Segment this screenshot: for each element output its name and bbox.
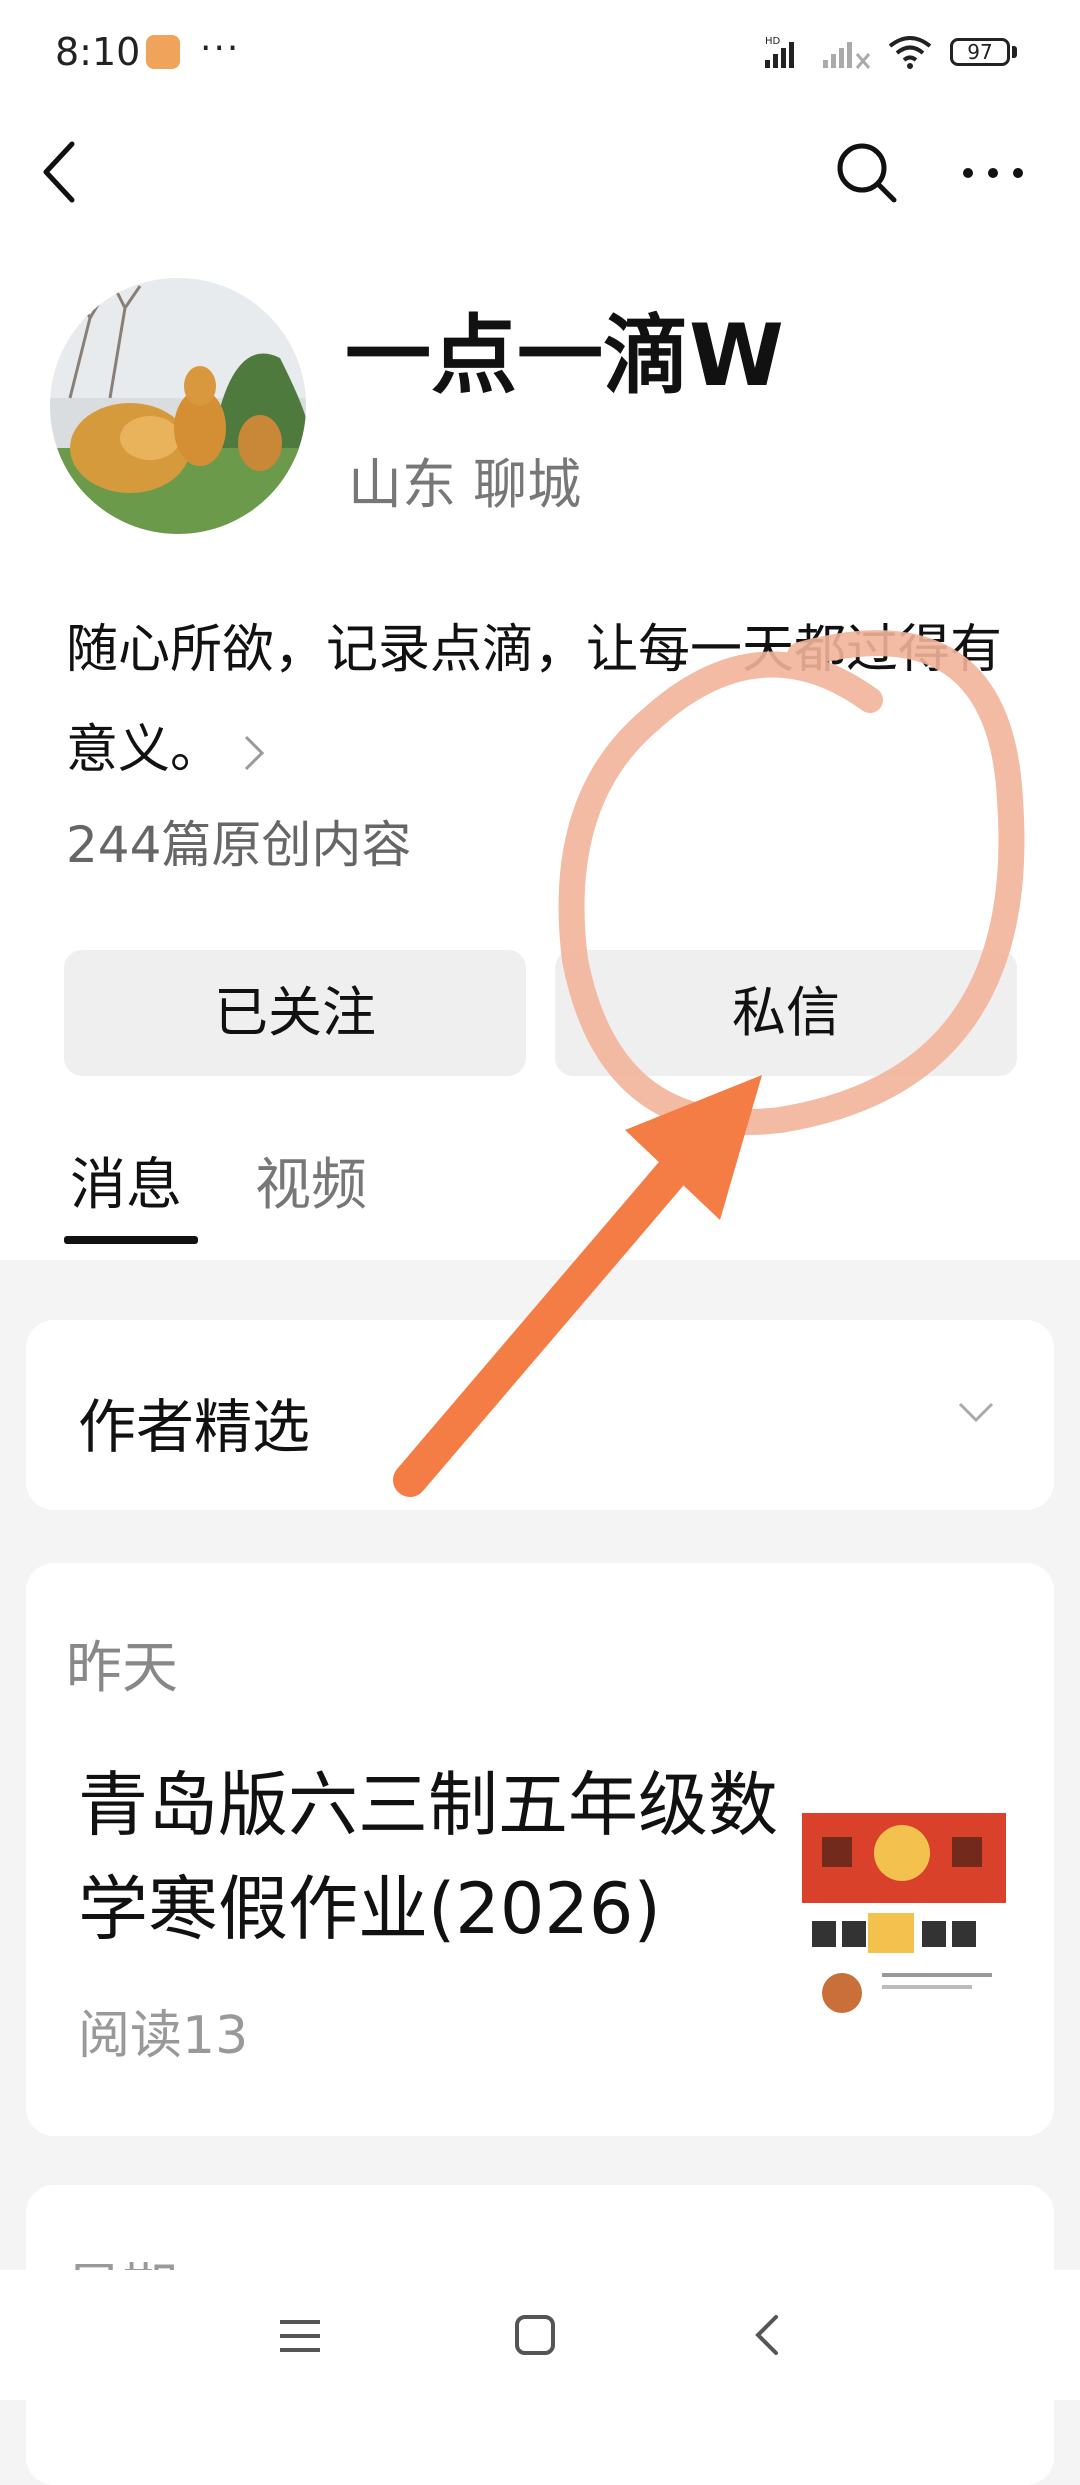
- system-navigation-bar: [0, 2270, 1080, 2400]
- post-thumbnail-image: [802, 1813, 1006, 2017]
- search-icon[interactable]: [832, 138, 902, 208]
- post-card[interactable]: 昨天 青岛版六三制五年级数学寒假作业(2026) 阅读13: [26, 1563, 1054, 2136]
- active-tab-indicator: [64, 1236, 198, 1244]
- content-tabs: 消息 视频: [0, 1140, 1080, 1244]
- post-title[interactable]: 青岛版六三制五年级数学寒假作业(2026): [78, 1753, 778, 1961]
- battery-icon: 97: [950, 38, 1010, 66]
- battery-tip: [1012, 46, 1017, 58]
- tab-messages[interactable]: 消息: [70, 1140, 182, 1221]
- chevron-left-icon[interactable]: [40, 140, 80, 204]
- profile-name: 一点一滴W: [345, 306, 784, 406]
- wifi-icon: [888, 36, 932, 69]
- profile-bio[interactable]: 随心所欲，记录点滴，让每一天都过得有意义。: [66, 600, 1036, 800]
- avatar[interactable]: [50, 278, 306, 534]
- author-featured-card[interactable]: 作者精选: [26, 1320, 1054, 1510]
- back-icon[interactable]: [752, 2314, 782, 2356]
- status-bar: 8:10 ··· HD 97: [0, 0, 1080, 110]
- more-notifications-icon: ···: [200, 28, 241, 69]
- follow-button[interactable]: 已关注: [64, 950, 526, 1076]
- app-notification-icon: [146, 35, 180, 69]
- profile-location: 山东 聊城: [348, 453, 582, 516]
- chevron-down-icon[interactable]: [956, 1400, 996, 1424]
- avatar-image: [50, 278, 306, 534]
- original-content-count[interactable]: 244篇原创内容: [66, 805, 411, 877]
- svg-text:HD: HD: [765, 36, 781, 47]
- home-icon[interactable]: [514, 2314, 556, 2356]
- private-message-button[interactable]: 私信: [555, 950, 1017, 1076]
- profile-bio-text: 随心所欲，记录点滴，让每一天都过得有意义。: [66, 620, 1003, 780]
- post-thumbnail[interactable]: [802, 1813, 1006, 2017]
- post-read-count: 阅读13: [78, 2006, 249, 2066]
- chevron-right-icon[interactable]: [242, 733, 266, 773]
- status-time: 8:10: [55, 30, 141, 74]
- menu-icon[interactable]: [278, 2316, 322, 2356]
- top-navigation: [0, 120, 1080, 230]
- post-date: 昨天: [66, 1636, 178, 1701]
- tab-videos[interactable]: 视频: [255, 1140, 367, 1221]
- signal-icon: HD: [765, 36, 871, 69]
- featured-title: 作者精选: [78, 1393, 311, 1461]
- more-horizontal-icon[interactable]: [958, 138, 1028, 208]
